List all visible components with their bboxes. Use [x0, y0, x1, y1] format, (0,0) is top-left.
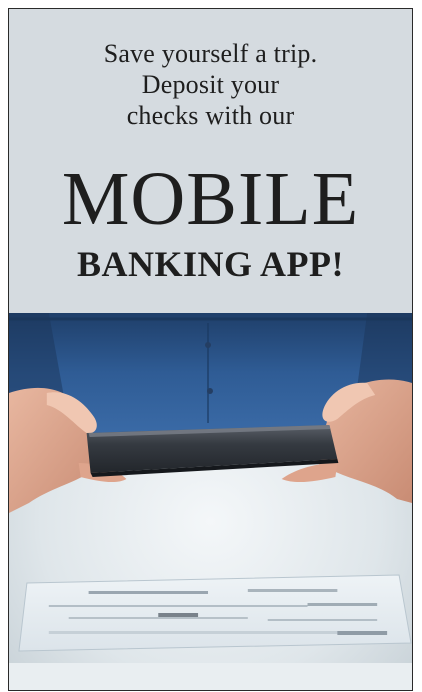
headline-panel: Save yourself a trip. Deposit your check… — [9, 9, 412, 313]
headline-banking-app: BANKING APP! — [77, 244, 344, 284]
headline-mobile: MOBILE — [61, 157, 360, 241]
mobile-deposit-photo — [9, 313, 412, 690]
intro-text-block: Save yourself a trip. Deposit your check… — [9, 38, 412, 131]
intro-line-3: checks with our — [126, 101, 295, 130]
intro-line-2: Deposit your — [141, 70, 280, 99]
intro-line-1: Save yourself a trip. — [103, 39, 318, 68]
advertisement-card: Save yourself a trip. Deposit your check… — [8, 8, 413, 691]
